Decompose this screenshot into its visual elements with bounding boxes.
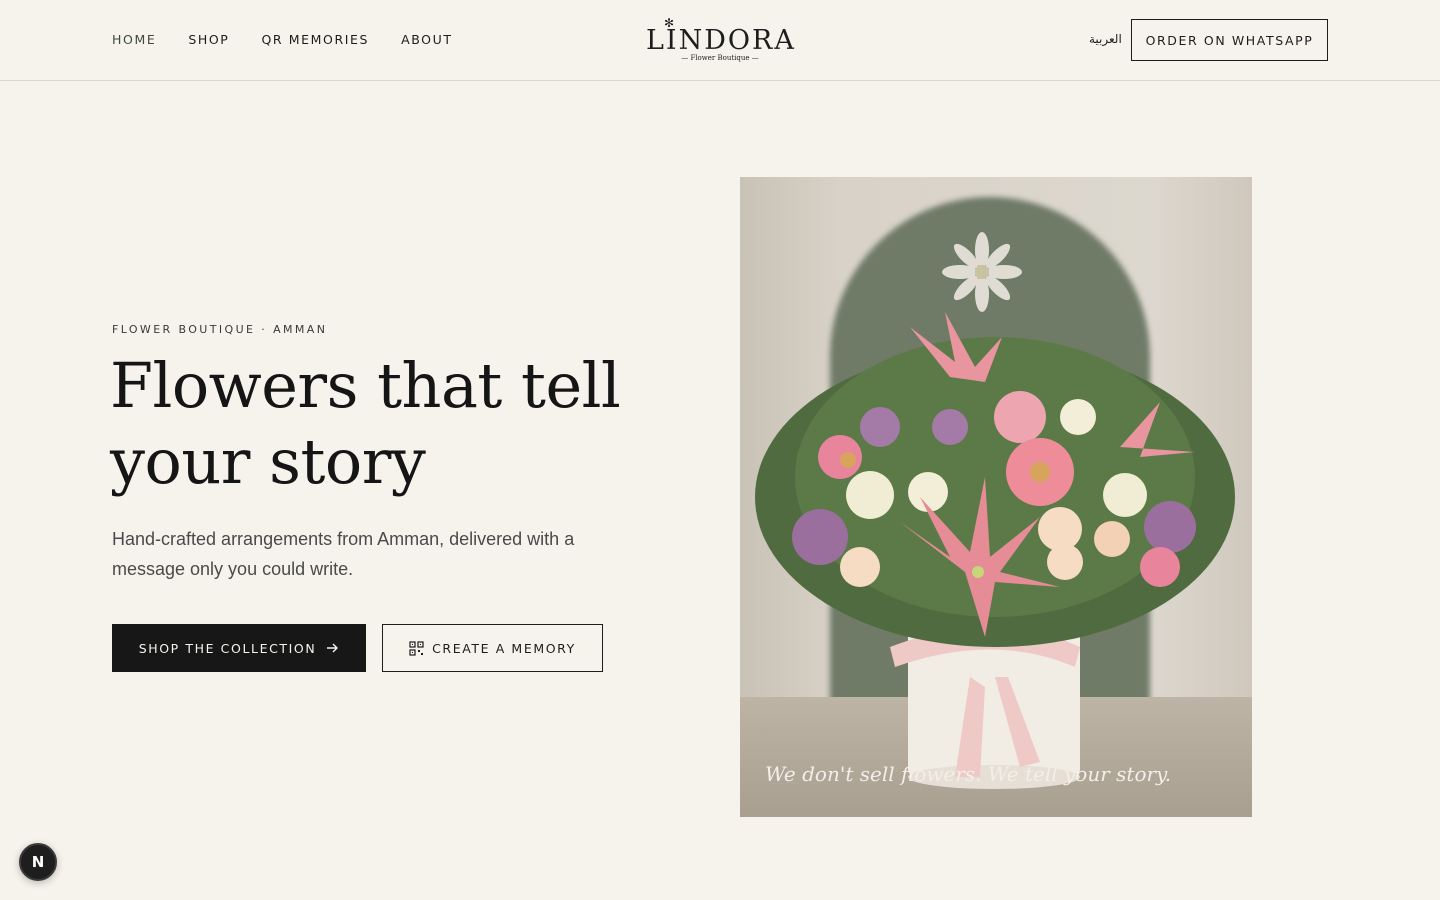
shop-collection-button[interactable]: SHOP THE COLLECTION [112, 624, 366, 672]
qr-code-icon [409, 640, 424, 656]
site-header: HOME SHOP QR MEMORIES ABOUT ✻ LINDORA — … [0, 0, 1440, 81]
create-memory-button[interactable]: CREATE A MEMORY [382, 624, 603, 672]
create-memory-label: CREATE A MEMORY [432, 640, 576, 656]
nav-about[interactable]: ABOUT [401, 32, 453, 47]
bouquet-illustration [755, 232, 1235, 789]
hero-eyebrow: FLOWER BOUTIQUE · AMMAN [112, 323, 328, 336]
shop-collection-label: SHOP THE COLLECTION [138, 640, 317, 656]
hero-description: Hand-crafted arrangements from Amman, de… [112, 529, 575, 579]
logo-tagline: — Flower Boutique — [681, 54, 759, 62]
hero-title: Flowers that tell your story [110, 348, 670, 500]
order-whatsapp-button[interactable]: ORDER ON WHATSAPP [1131, 19, 1328, 61]
photo-caption: We don't sell flowers. We tell your stor… [765, 762, 1172, 786]
main-nav: HOME SHOP QR MEMORIES ABOUT [112, 32, 485, 47]
hero-title-line-1: Flowers that tell [110, 349, 621, 422]
language-switch[interactable]: العربية [1089, 32, 1122, 46]
hero-title-line-2: your story [110, 425, 426, 498]
arrow-right-icon [327, 643, 339, 653]
logo-wordmark: LINDORA [646, 25, 796, 56]
hero-bouquet-image: We don't sell flowers. We tell your stor… [740, 177, 1252, 817]
nav-qr-memories[interactable]: QR MEMORIES [261, 32, 369, 47]
floating-action-button[interactable]: N [19, 843, 57, 881]
nav-home[interactable]: HOME [112, 32, 156, 47]
nav-shop[interactable]: SHOP [188, 32, 229, 47]
brand-logo[interactable]: ✻ LINDORA — Flower Boutique — [646, 14, 794, 66]
